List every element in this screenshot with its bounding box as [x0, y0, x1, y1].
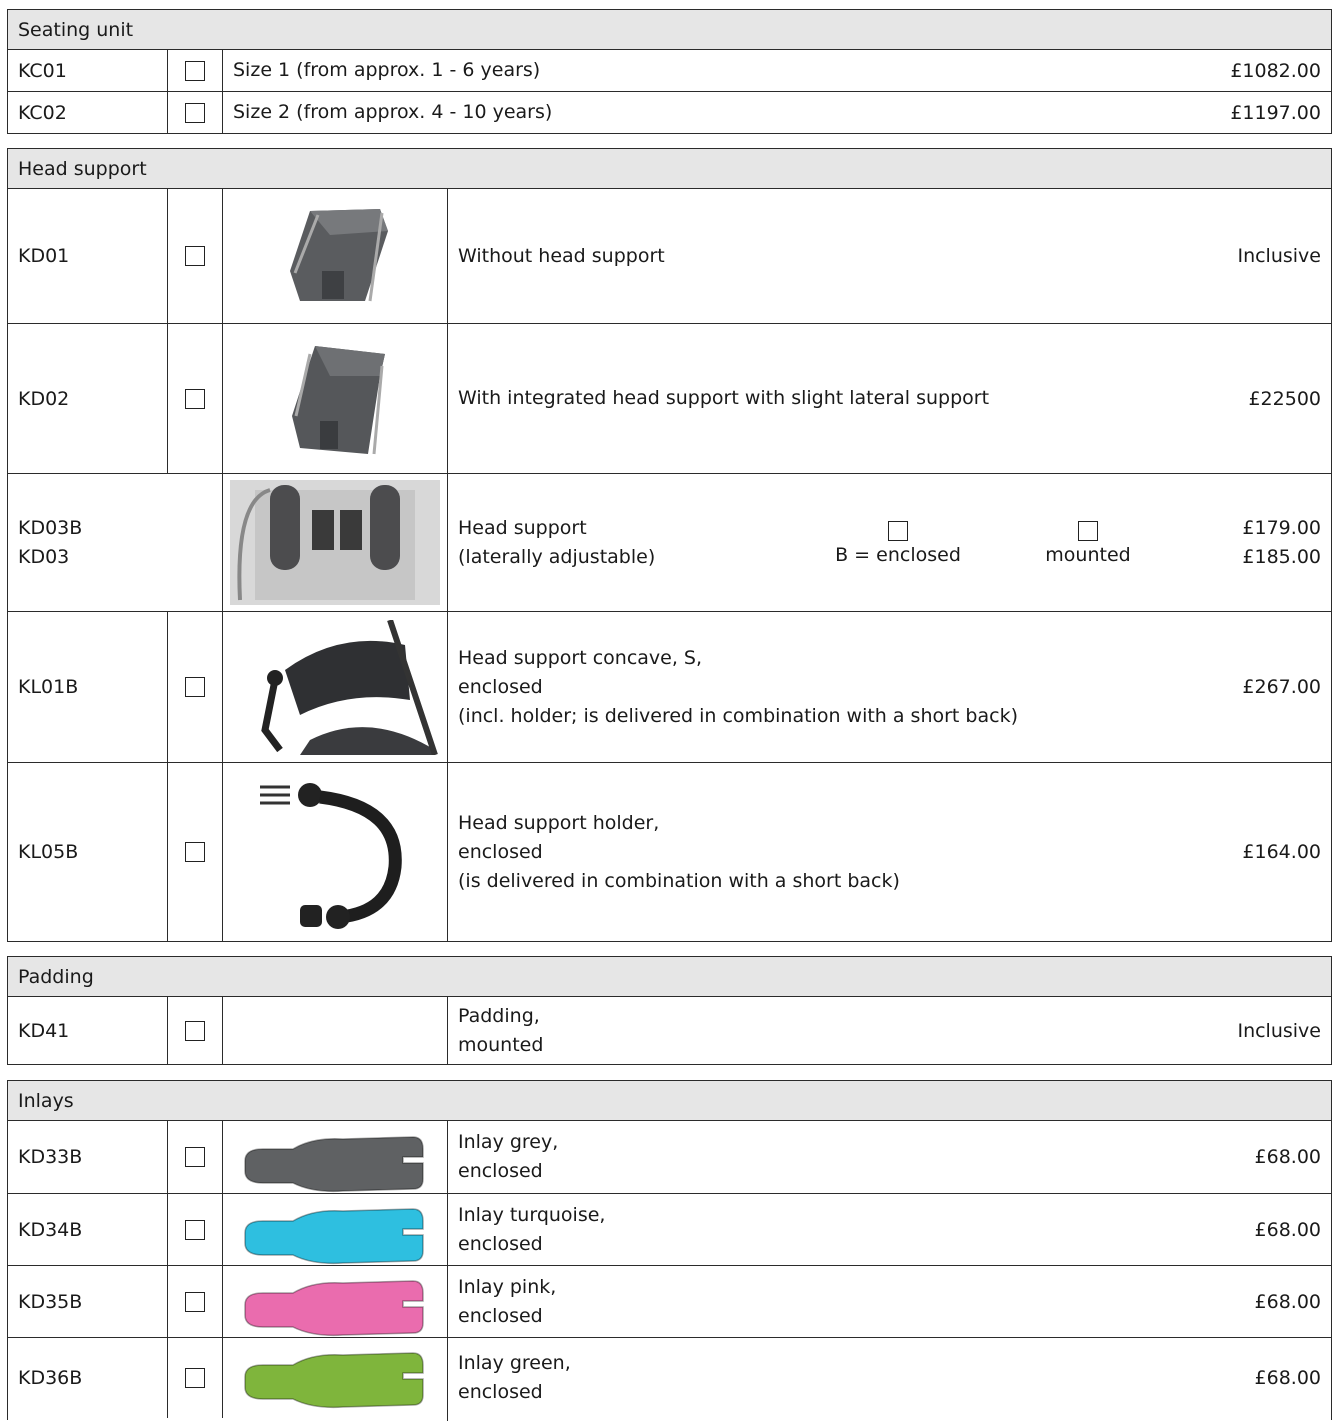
product-code: KC02: [8, 92, 168, 133]
product-description: Inlay turquoise,: [458, 1203, 606, 1226]
table-row: KC02 Size 2 (from approx. 4 - 10 years) …: [8, 92, 1331, 133]
empty-image-cell: [223, 997, 448, 1064]
product-description: mounted: [458, 1033, 544, 1056]
product-price: £68.00: [1254, 1146, 1321, 1168]
concave-head-support-image: [223, 612, 448, 762]
product-description: Padding,: [458, 1004, 540, 1027]
enclosed-checkbox[interactable]: [888, 521, 908, 541]
kc02-checkbox[interactable]: [185, 102, 205, 123]
seating-unit-section: Seating unit KC01 Size 1 (from approx. 1…: [7, 9, 1332, 134]
option-label: mounted: [1045, 544, 1131, 566]
product-description: enclosed: [458, 675, 543, 698]
padding-section: Padding KD41 Padding, mounted Inclusive: [7, 956, 1332, 1065]
option-label: B = enclosed: [835, 544, 961, 566]
product-description: Without head support: [458, 244, 665, 267]
kd41-checkbox[interactable]: [185, 1020, 205, 1041]
product-code: KC01: [8, 50, 168, 91]
padding-header: Padding: [8, 957, 1331, 997]
inlays-section: Inlays KD33B Inlay grey, enclosed £68.00…: [7, 1080, 1332, 1421]
product-description: Head support: [458, 516, 587, 539]
table-row: KD35B Inlay pink, enclosed £68.00: [8, 1266, 1331, 1338]
product-code: KD02: [8, 324, 168, 473]
product-price: Inclusive: [1237, 245, 1321, 267]
table-row: KL01B Head support concave, S, enclosed …: [8, 612, 1331, 763]
product-description: Inlay green,: [458, 1352, 571, 1374]
product-price: £1082.00: [1230, 59, 1321, 82]
product-description-note: (incl. holder; is delivered in combinati…: [458, 704, 1018, 727]
product-description: Inlay grey,: [458, 1131, 559, 1153]
product-code: KD41: [8, 997, 168, 1064]
table-row: KD36B Inlay green, enclosed £68.00: [8, 1338, 1331, 1418]
head-support-section: Head support KD01 Without head support I…: [7, 148, 1332, 942]
table-row: KD02 With integrated head support with s…: [8, 324, 1331, 474]
backrest-with-head-support-image: [223, 324, 448, 473]
kd34b-checkbox[interactable]: [185, 1219, 205, 1240]
product-code: KD03B: [18, 516, 83, 539]
product-price: £68.00: [1254, 1367, 1321, 1389]
kl01b-checkbox[interactable]: [185, 677, 205, 697]
product-description: enclosed: [458, 1304, 543, 1327]
kl05b-checkbox[interactable]: [185, 842, 205, 862]
product-description: With integrated head support with slight…: [458, 387, 990, 409]
kd36b-checkbox[interactable]: [185, 1368, 205, 1388]
product-description: enclosed: [458, 1381, 543, 1403]
head-support-holder-image: [223, 763, 448, 941]
backrest-image: [223, 189, 448, 323]
product-description-note: (is delivered in combination with a shor…: [458, 869, 900, 892]
product-description: Head support concave, S,: [458, 646, 703, 669]
kc01-checkbox[interactable]: [185, 60, 205, 81]
product-price: Inclusive: [1237, 1019, 1321, 1042]
product-description: Size 2 (from approx. 4 - 10 years): [233, 101, 553, 123]
product-description: enclosed: [458, 840, 543, 863]
product-price: £22500: [1248, 387, 1321, 410]
product-code: KD01: [8, 189, 168, 323]
product-description: enclosed: [458, 1160, 543, 1182]
table-row: KC01 Size 1 (from approx. 1 - 6 years) £…: [8, 50, 1331, 92]
product-code: KL01B: [8, 612, 168, 762]
product-description: Size 1 (from approx. 1 - 6 years): [233, 59, 541, 81]
seating-unit-header: Seating unit: [8, 10, 1331, 50]
product-price: £267.00: [1242, 676, 1321, 698]
product-code: KD33B: [8, 1121, 168, 1193]
table-row: KL05B Head support holder, enclosed (is …: [8, 763, 1331, 941]
kd35b-checkbox[interactable]: [185, 1291, 205, 1312]
kd33b-checkbox[interactable]: [185, 1147, 205, 1167]
table-row: KD01 Without head support Inclusive: [8, 189, 1331, 324]
mounted-checkbox[interactable]: [1078, 521, 1098, 541]
product-price: £185.00: [1242, 545, 1321, 568]
table-row: KD33B Inlay grey, enclosed £68.00: [8, 1121, 1331, 1194]
product-price: £68.00: [1254, 1290, 1321, 1313]
product-code: KD35B: [8, 1266, 168, 1337]
product-price: £179.00: [1242, 516, 1321, 539]
product-price: £164.00: [1242, 841, 1321, 863]
product-description: Inlay pink,: [458, 1275, 557, 1298]
lateral-head-support-image: [223, 474, 448, 611]
inlays-header: Inlays: [8, 1081, 1331, 1121]
kd02-checkbox[interactable]: [185, 388, 205, 409]
product-price: £1197.00: [1230, 101, 1321, 124]
product-description-note: (laterally adjustable): [458, 545, 656, 568]
product-description: enclosed: [458, 1232, 543, 1255]
product-code: KD03: [18, 545, 70, 568]
table-row: KD03B KD03 Head support (laterally adjus…: [8, 474, 1331, 612]
product-code: KD34B: [8, 1194, 168, 1265]
head-support-header: Head support: [8, 149, 1331, 189]
product-code: KL05B: [8, 763, 168, 941]
product-description: Head support holder,: [458, 811, 660, 834]
product-code: KD36B: [8, 1338, 168, 1418]
table-row: KD34B Inlay turquoise, enclosed £68.00: [8, 1194, 1331, 1266]
table-row: KD41 Padding, mounted Inclusive: [8, 997, 1331, 1064]
kd01-checkbox[interactable]: [185, 246, 205, 266]
product-price: £68.00: [1254, 1218, 1321, 1241]
